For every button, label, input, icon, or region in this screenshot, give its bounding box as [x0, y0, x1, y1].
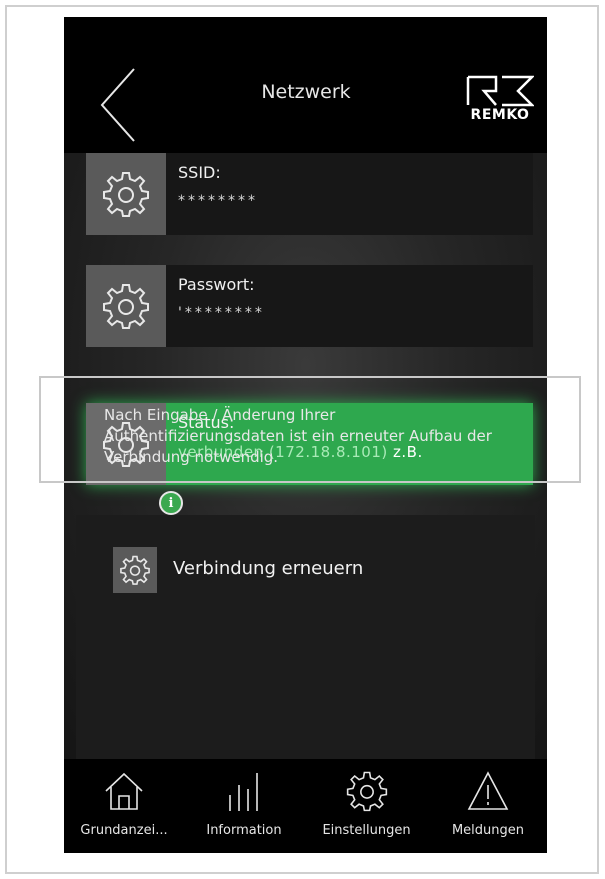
bottom-nav: Grundanzei... Information Einstellungen …	[64, 759, 547, 853]
info-icon[interactable]: i	[159, 491, 183, 515]
nav-messages[interactable]: Meldungen	[429, 759, 547, 853]
ssid-row[interactable]: SSID: ********	[86, 153, 533, 235]
remko-logo: REMKO	[466, 75, 536, 133]
nav-information[interactable]: Information	[184, 759, 304, 853]
password-row[interactable]: Passwort: '********	[86, 265, 533, 347]
ssid-settings-button[interactable]	[86, 153, 166, 235]
renew-gear-box[interactable]	[113, 547, 157, 593]
home-icon	[105, 772, 143, 810]
nav-home[interactable]: Grundanzei...	[64, 759, 184, 853]
gear-icon	[120, 555, 150, 585]
nav-settings[interactable]: Einstellungen	[304, 759, 429, 853]
gear-icon	[103, 172, 149, 217]
password-value: '********	[178, 305, 265, 321]
nav-messages-label: Meldungen	[451, 823, 525, 838]
page-title: Netzwerk	[261, 81, 351, 103]
gear-icon	[103, 284, 149, 329]
nav-information-label: Information	[206, 823, 282, 838]
ssid-value: ********	[178, 193, 258, 209]
password-label: Passwort:	[178, 275, 255, 294]
nav-settings-label: Einstellungen	[322, 823, 411, 838]
renew-connection-label: Verbindung erneuern	[173, 558, 364, 579]
renew-connection-button[interactable]: Verbindung erneuern	[113, 547, 413, 593]
bars-icon	[229, 773, 258, 811]
password-settings-button[interactable]	[86, 265, 166, 347]
header: Netzwerk REMKO	[64, 17, 547, 153]
ssid-label: SSID:	[178, 163, 221, 182]
logo-text: REMKO	[470, 107, 530, 123]
nav-home-label: Grundanzei...	[80, 823, 168, 838]
gear-icon	[346, 771, 387, 812]
highlight-frame	[39, 376, 581, 483]
warning-icon	[467, 771, 509, 810]
back-chevron-icon[interactable]	[98, 65, 138, 145]
